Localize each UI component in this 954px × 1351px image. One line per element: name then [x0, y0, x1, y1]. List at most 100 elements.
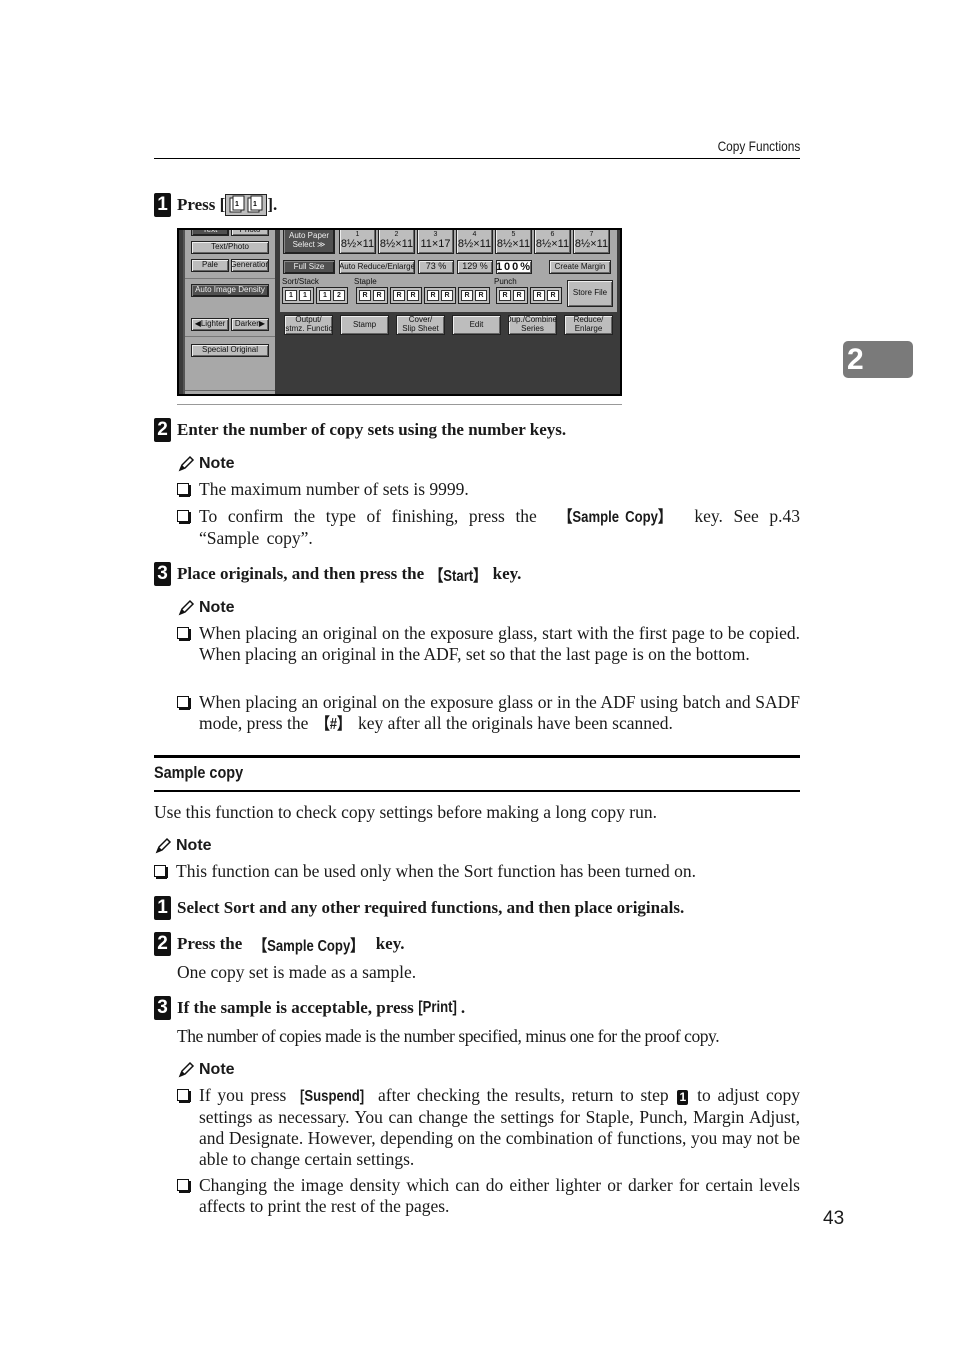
sample-copy-key: 【Sample Copy】 — [559, 509, 672, 526]
staple-icon: R — [461, 290, 473, 301]
function-button[interactable]: Stamp — [340, 315, 389, 335]
header-rule — [154, 158, 800, 159]
pale-button[interactable]: Pale — [191, 259, 229, 272]
sample-step-3-text: If the sample is acceptable, press — [177, 998, 414, 1017]
sort-button[interactable]: 11 — [282, 287, 314, 304]
sample-step-2-heading: 2 Press the 【Sample Copy】 key. — [154, 932, 405, 956]
special-original-button[interactable]: Special Original — [191, 344, 269, 357]
tray-paper-size: 8½×11 — [535, 238, 570, 251]
staple-icon: R — [359, 290, 371, 301]
full-size-button[interactable]: Full Size — [283, 260, 335, 274]
punch-left-button[interactable]: RR — [496, 287, 528, 304]
hash-key: 【#】 — [316, 716, 350, 733]
print-key: [Print] — [417, 999, 457, 1016]
tray-number: 1 — [355, 230, 360, 238]
section-intro: Use this function to check copy settings… — [154, 802, 658, 822]
sample-step-3-heading: 3 If the sample is acceptable, press [Pr… — [154, 996, 465, 1020]
note-heading: Note — [177, 455, 235, 473]
function-button[interactable]: Cover/Slip Sheet — [396, 315, 445, 335]
sample-step-1-heading: 1 Select Sort and any other required fun… — [154, 896, 684, 920]
sample-step-3-text-end: . — [460, 998, 466, 1017]
paper-tray-3-button[interactable]: 3 11×17 — [417, 230, 454, 254]
step-number-icon: 3 — [154, 562, 171, 586]
step-number-icon: 3 — [154, 996, 171, 1020]
staple-icon: R — [407, 290, 419, 301]
stack-icon: 1 — [319, 290, 331, 301]
pencil-icon — [178, 1061, 195, 1078]
sample-step-2-text: Press the — [177, 934, 243, 953]
note-item: If you press [Suspend] after checking th… — [177, 1085, 800, 1170]
paper-tray-7-button[interactable]: 7 8½×11 — [573, 230, 610, 254]
function-button[interactable]: Edit — [452, 315, 501, 335]
function-label: Cstmz. Function — [285, 324, 333, 333]
tray-paper-size: 8½×11 — [340, 238, 375, 251]
text-photo-button[interactable]: Text/Photo — [191, 241, 269, 254]
checkbox-bullet-icon — [177, 696, 191, 710]
preset-ratio-73-button[interactable]: 73 % — [418, 260, 454, 274]
tray-number: 5 — [511, 230, 516, 238]
checkbox-bullet-icon — [177, 510, 191, 524]
staple-top-left-button[interactable]: RR — [356, 287, 388, 304]
preset-ratio-129-button[interactable]: 129 % — [457, 260, 493, 274]
checkbox-bullet-icon — [154, 865, 168, 879]
staple-icon: R — [393, 290, 405, 301]
note-heading: Note — [177, 599, 235, 617]
photo-mode-button[interactable]: Photo — [231, 230, 269, 236]
note-text: When placing an original on the exposure… — [199, 623, 800, 664]
darker-label: Darker — [234, 319, 259, 329]
stack-button[interactable]: 12 — [316, 287, 348, 304]
text-mode-button[interactable]: Text — [191, 230, 229, 236]
store-file-button[interactable]: Store File — [567, 280, 613, 307]
auto-image-density-button[interactable]: Auto Image Density — [191, 284, 269, 297]
paper-tray-4-button[interactable]: 4 8½×11 — [456, 230, 493, 254]
divider — [185, 336, 275, 337]
function-button[interactable]: Output/Cstmz. Function — [284, 315, 333, 335]
create-margin-button[interactable]: Create Margin — [549, 260, 611, 274]
darker-button[interactable]: Darker ▶ — [231, 318, 269, 331]
function-label: Series — [521, 324, 544, 333]
step-3-text-end: key. — [492, 564, 522, 583]
function-button[interactable]: Dup./Combine/Series — [508, 315, 557, 335]
panel-bottom-rule — [177, 404, 622, 405]
function-label: Stamp — [352, 319, 377, 329]
note-text-part: key after all the originals have been sc… — [353, 713, 673, 733]
generation-button[interactable]: Generation — [231, 259, 269, 272]
sample-step-2-text-end: key. — [375, 934, 405, 953]
copier-control-panel: Text Photo Text/Photo Pale Generation Au… — [177, 228, 622, 396]
running-head: Copy Functions — [717, 138, 800, 154]
sort-icon: 1 1 — [225, 194, 268, 216]
staple-double-left-button[interactable]: RR — [458, 287, 490, 304]
step-number-icon: 2 — [154, 932, 171, 956]
staple-top-right-button[interactable]: RR — [390, 287, 422, 304]
paper-tray-5-button[interactable]: 5 8½×11 — [495, 230, 532, 254]
tray-number: 3 — [433, 230, 438, 238]
function-button[interactable]: Reduce/Enlarge — [564, 315, 613, 335]
note-text: Changing the image density which can do … — [199, 1175, 800, 1216]
tray-paper-size: 8½×11 — [496, 238, 531, 251]
tray-number: 7 — [589, 230, 594, 238]
lighter-button[interactable]: ◀ Lighter — [191, 318, 229, 331]
note-heading: Note — [154, 837, 212, 855]
note-text: When placing an original on the exposure… — [199, 692, 800, 735]
paper-tray-1-button[interactable]: 1 8½×11 — [339, 230, 376, 254]
note-item: Changing the image density which can do … — [177, 1175, 800, 1217]
auto-paper-select-button[interactable]: Auto Paper Select ≫ — [283, 230, 335, 254]
arrow-right-icon: ▶ — [258, 319, 266, 329]
pencil-icon — [178, 599, 195, 616]
suspend-key: [Suspend] — [300, 1088, 365, 1105]
checkbox-bullet-icon — [177, 1089, 191, 1103]
paper-tray-6-button[interactable]: 6 8½×11 — [534, 230, 571, 254]
note-item: The maximum number of sets is 9999. — [177, 479, 800, 500]
svg-text:1: 1 — [235, 201, 239, 208]
staple-icon: R — [475, 290, 487, 301]
paper-tray-2-button[interactable]: 2 8½×11 — [378, 230, 415, 254]
auto-paper-line2: Select ≫ — [292, 239, 326, 249]
punch-top-button[interactable]: RR — [530, 287, 562, 304]
note-label: Note — [199, 599, 235, 616]
tray-number: 2 — [394, 230, 399, 238]
auto-reduce-enlarge-button[interactable]: Auto Reduce/Enlarge — [339, 260, 415, 274]
staple-double-top-button[interactable]: RR — [424, 287, 456, 304]
note-item: This function can be used only when the … — [154, 861, 800, 882]
function-label: Slip Sheet — [402, 324, 439, 333]
checkbox-bullet-icon — [177, 1179, 191, 1193]
